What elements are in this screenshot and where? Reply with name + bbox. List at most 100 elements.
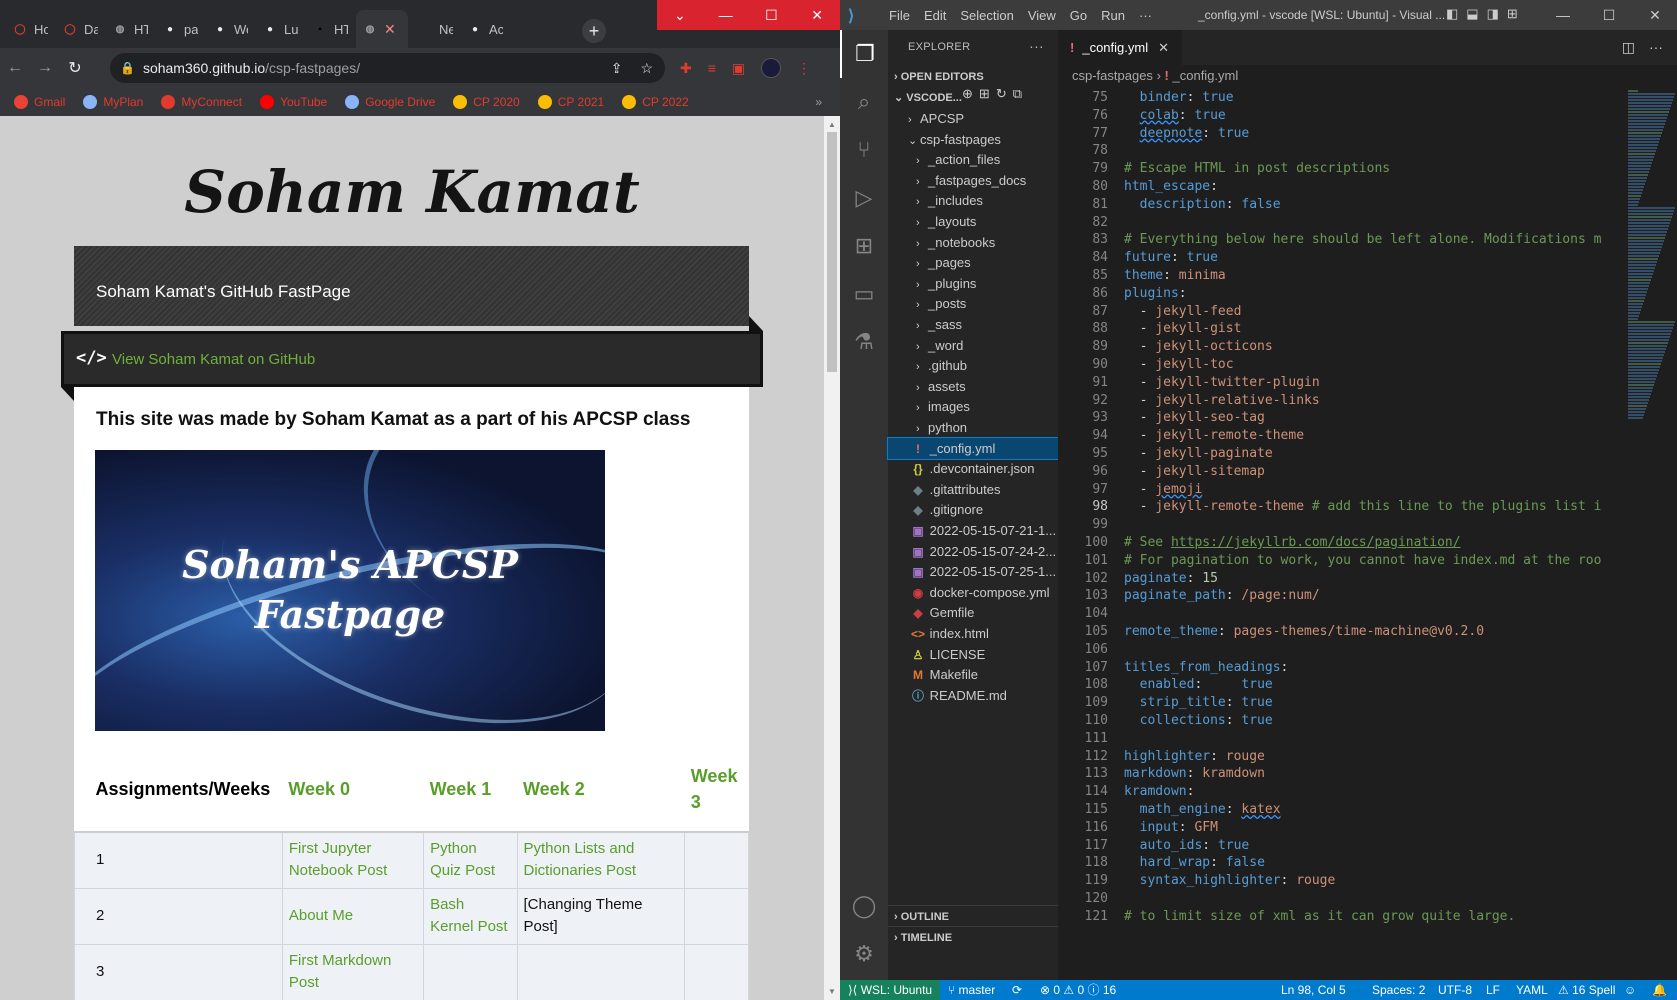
- scrollbar-thumb[interactable]: [827, 132, 837, 372]
- code-line[interactable]: - jekyll-feed: [1124, 304, 1242, 319]
- code-line[interactable]: # See https://jekyllrb.com/docs/paginati…: [1124, 535, 1461, 550]
- tree-file[interactable]: ▣ 2022-05-15-07-25-1...: [888, 561, 1058, 582]
- browser-tab[interactable]: ◍ HT: [106, 10, 154, 48]
- code-line[interactable]: colab: true: [1124, 108, 1226, 123]
- collapse-all-icon[interactable]: ⧉: [1013, 86, 1022, 102]
- editor-more-icon[interactable]: ···: [1649, 39, 1663, 56]
- scroll-up-arrow-icon[interactable]: ▲: [828, 120, 836, 129]
- assignment-link[interactable]: Python Lists and Dictionaries Post: [516, 831, 686, 889]
- code-line[interactable]: future: true: [1124, 250, 1218, 265]
- breadcrumb-folder[interactable]: csp-fastpages: [1072, 68, 1153, 83]
- back-arrow-icon[interactable]: ←: [0, 59, 30, 77]
- bookmarks-overflow-icon[interactable]: »: [815, 95, 822, 109]
- tree-folder[interactable]: › _word: [888, 335, 1058, 356]
- explorer-icon[interactable]: ❐: [840, 30, 888, 78]
- customize-layout-icon[interactable]: ⊞: [1507, 6, 1518, 22]
- bookmark-item[interactable]: CP 2021: [537, 95, 604, 109]
- assignment-link[interactable]: Bash Kernel Post: [423, 887, 518, 945]
- git-branch[interactable]: ⑂ master: [948, 980, 995, 1000]
- bookmark-star-icon[interactable]: ☆: [640, 60, 653, 77]
- browser-tab[interactable]: ● We: [206, 10, 254, 48]
- browser-tab[interactable]: ● Luc: [256, 10, 304, 48]
- tree-folder[interactable]: › _pages: [888, 252, 1058, 273]
- scroll-down-arrow-icon[interactable]: ▼: [828, 987, 836, 996]
- code-line[interactable]: # For pagination to work, you cannot hav…: [1124, 553, 1601, 568]
- menu-more[interactable]: ···: [1132, 8, 1159, 23]
- feedback-icon[interactable]: ☺: [1624, 980, 1636, 1000]
- menu-edit[interactable]: Edit: [917, 8, 953, 23]
- code-line[interactable]: - jekyll-twitter-plugin: [1124, 375, 1320, 390]
- code-line[interactable]: paginate: 15: [1124, 571, 1218, 586]
- chrome-maximize-button[interactable]: ☐: [749, 0, 795, 30]
- close-tab-icon[interactable]: ✕: [384, 21, 396, 38]
- close-tab-icon[interactable]: ✕: [1158, 40, 1169, 55]
- vscode-close-button[interactable]: ✕: [1632, 0, 1677, 30]
- code-line[interactable]: description: false: [1124, 197, 1281, 212]
- notifications-bell-icon[interactable]: 🔔: [1652, 980, 1667, 1000]
- new-tab-button[interactable]: +: [582, 19, 606, 43]
- browser-tab[interactable]: ◯ Ho: [6, 10, 54, 48]
- new-folder-icon[interactable]: ⊞: [979, 86, 990, 102]
- tree-folder[interactable]: › _sass: [888, 314, 1058, 335]
- explorer-more-icon[interactable]: ···: [1029, 38, 1044, 54]
- table-header-week1[interactable]: Week 1: [423, 747, 517, 833]
- tree-folder[interactable]: › _fastpages_docs: [888, 170, 1058, 191]
- bookmark-item[interactable]: YouTube: [260, 95, 327, 109]
- browser-tab[interactable]: ▪ HT: [306, 10, 354, 48]
- tree-file[interactable]: ◆ .gitignore: [888, 499, 1058, 520]
- code-line[interactable]: markdown: kramdown: [1124, 766, 1265, 781]
- code-line[interactable]: # to limit size of xml as it can grow qu…: [1124, 909, 1515, 924]
- code-line[interactable]: collections: true: [1124, 713, 1273, 728]
- code-line[interactable]: - jekyll-remote-theme: [1124, 428, 1304, 443]
- menu-go[interactable]: Go: [1063, 8, 1094, 23]
- chrome-close-button[interactable]: ✕: [794, 0, 840, 30]
- code-line[interactable]: - jekyll-seo-tag: [1124, 410, 1265, 425]
- problems-indicator[interactable]: ⊗ 0 ⚠ 0 ⓘ 16: [1040, 980, 1116, 1000]
- table-header-week0[interactable]: Week 0: [282, 747, 424, 833]
- code-line[interactable]: highlighter: rouge: [1124, 749, 1265, 764]
- table-header-week2[interactable]: Week 2: [517, 747, 685, 833]
- tree-folder[interactable]: ⌄ csp-fastpages: [888, 129, 1058, 150]
- assignment-link[interactable]: First Markdown Post: [281, 943, 425, 1000]
- code-line[interactable]: - jekyll-remote-theme # add this line to…: [1124, 499, 1602, 514]
- breadcrumb-file[interactable]: _config.yml: [1173, 68, 1239, 83]
- extension-puzzle-icon[interactable]: ✚: [680, 60, 692, 77]
- forward-arrow-icon[interactable]: →: [30, 59, 60, 77]
- tree-file[interactable]: ◉ docker-compose.yml: [888, 582, 1058, 603]
- assignment-link[interactable]: About Me: [281, 887, 425, 945]
- bookmark-item[interactable]: CP 2022: [622, 95, 689, 109]
- tree-file[interactable]: <> index.html: [888, 623, 1058, 644]
- chrome-menu-icon[interactable]: ⋮: [797, 60, 811, 77]
- code-editor[interactable]: 75 binder: true 76 colab: true 77 deepnote…: [1058, 86, 1618, 980]
- code-line[interactable]: # Everything below here should be left a…: [1124, 232, 1601, 247]
- accounts-icon[interactable]: ◯: [840, 882, 888, 930]
- code-line[interactable]: input: GFM: [1124, 820, 1218, 835]
- code-line[interactable]: remote_theme: pages-themes/time-machine@…: [1124, 624, 1484, 639]
- tree-file[interactable]: {} .devcontainer.json: [888, 458, 1058, 479]
- cursor-position[interactable]: Ln 98, Col 5: [1281, 980, 1346, 1000]
- new-file-icon[interactable]: ⊕: [962, 86, 973, 102]
- code-line[interactable]: paginate_path: /page:num/: [1124, 588, 1320, 603]
- share-icon[interactable]: ⇪: [611, 60, 623, 77]
- source-control-icon[interactable]: ⑂: [840, 126, 888, 174]
- github-link[interactable]: View Soham Kamat on GitHub: [112, 351, 315, 368]
- code-line[interactable]: - jekyll-paginate: [1124, 446, 1273, 461]
- bookmark-item[interactable]: MyPlan: [83, 95, 143, 109]
- run-debug-icon[interactable]: ▷: [840, 174, 888, 222]
- browser-tab[interactable]: ● pa: [156, 10, 204, 48]
- code-line[interactable]: binder: true: [1124, 90, 1234, 105]
- code-line[interactable]: - jekyll-octicons: [1124, 339, 1273, 354]
- spell-check[interactable]: ⚠ 16 Spell: [1558, 980, 1615, 1000]
- tree-folder[interactable]: › _posts: [888, 293, 1058, 314]
- tree-folder[interactable]: › _action_files: [888, 149, 1058, 170]
- toggle-sidebar-icon[interactable]: ◧: [1446, 6, 1458, 22]
- tree-file[interactable]: ! _config.yml: [887, 436, 1059, 460]
- tree-folder[interactable]: › _notebooks: [888, 232, 1058, 253]
- code-line[interactable]: - jekyll-sitemap: [1124, 464, 1265, 479]
- end-of-line[interactable]: LF: [1486, 980, 1500, 1000]
- manage-gear-icon[interactable]: ⚙: [840, 930, 888, 978]
- extensions-icon[interactable]: ⊞: [840, 222, 888, 270]
- encoding[interactable]: UTF-8: [1438, 980, 1472, 1000]
- vscode-maximize-button[interactable]: ☐: [1586, 0, 1632, 30]
- profile-avatar[interactable]: [761, 58, 782, 78]
